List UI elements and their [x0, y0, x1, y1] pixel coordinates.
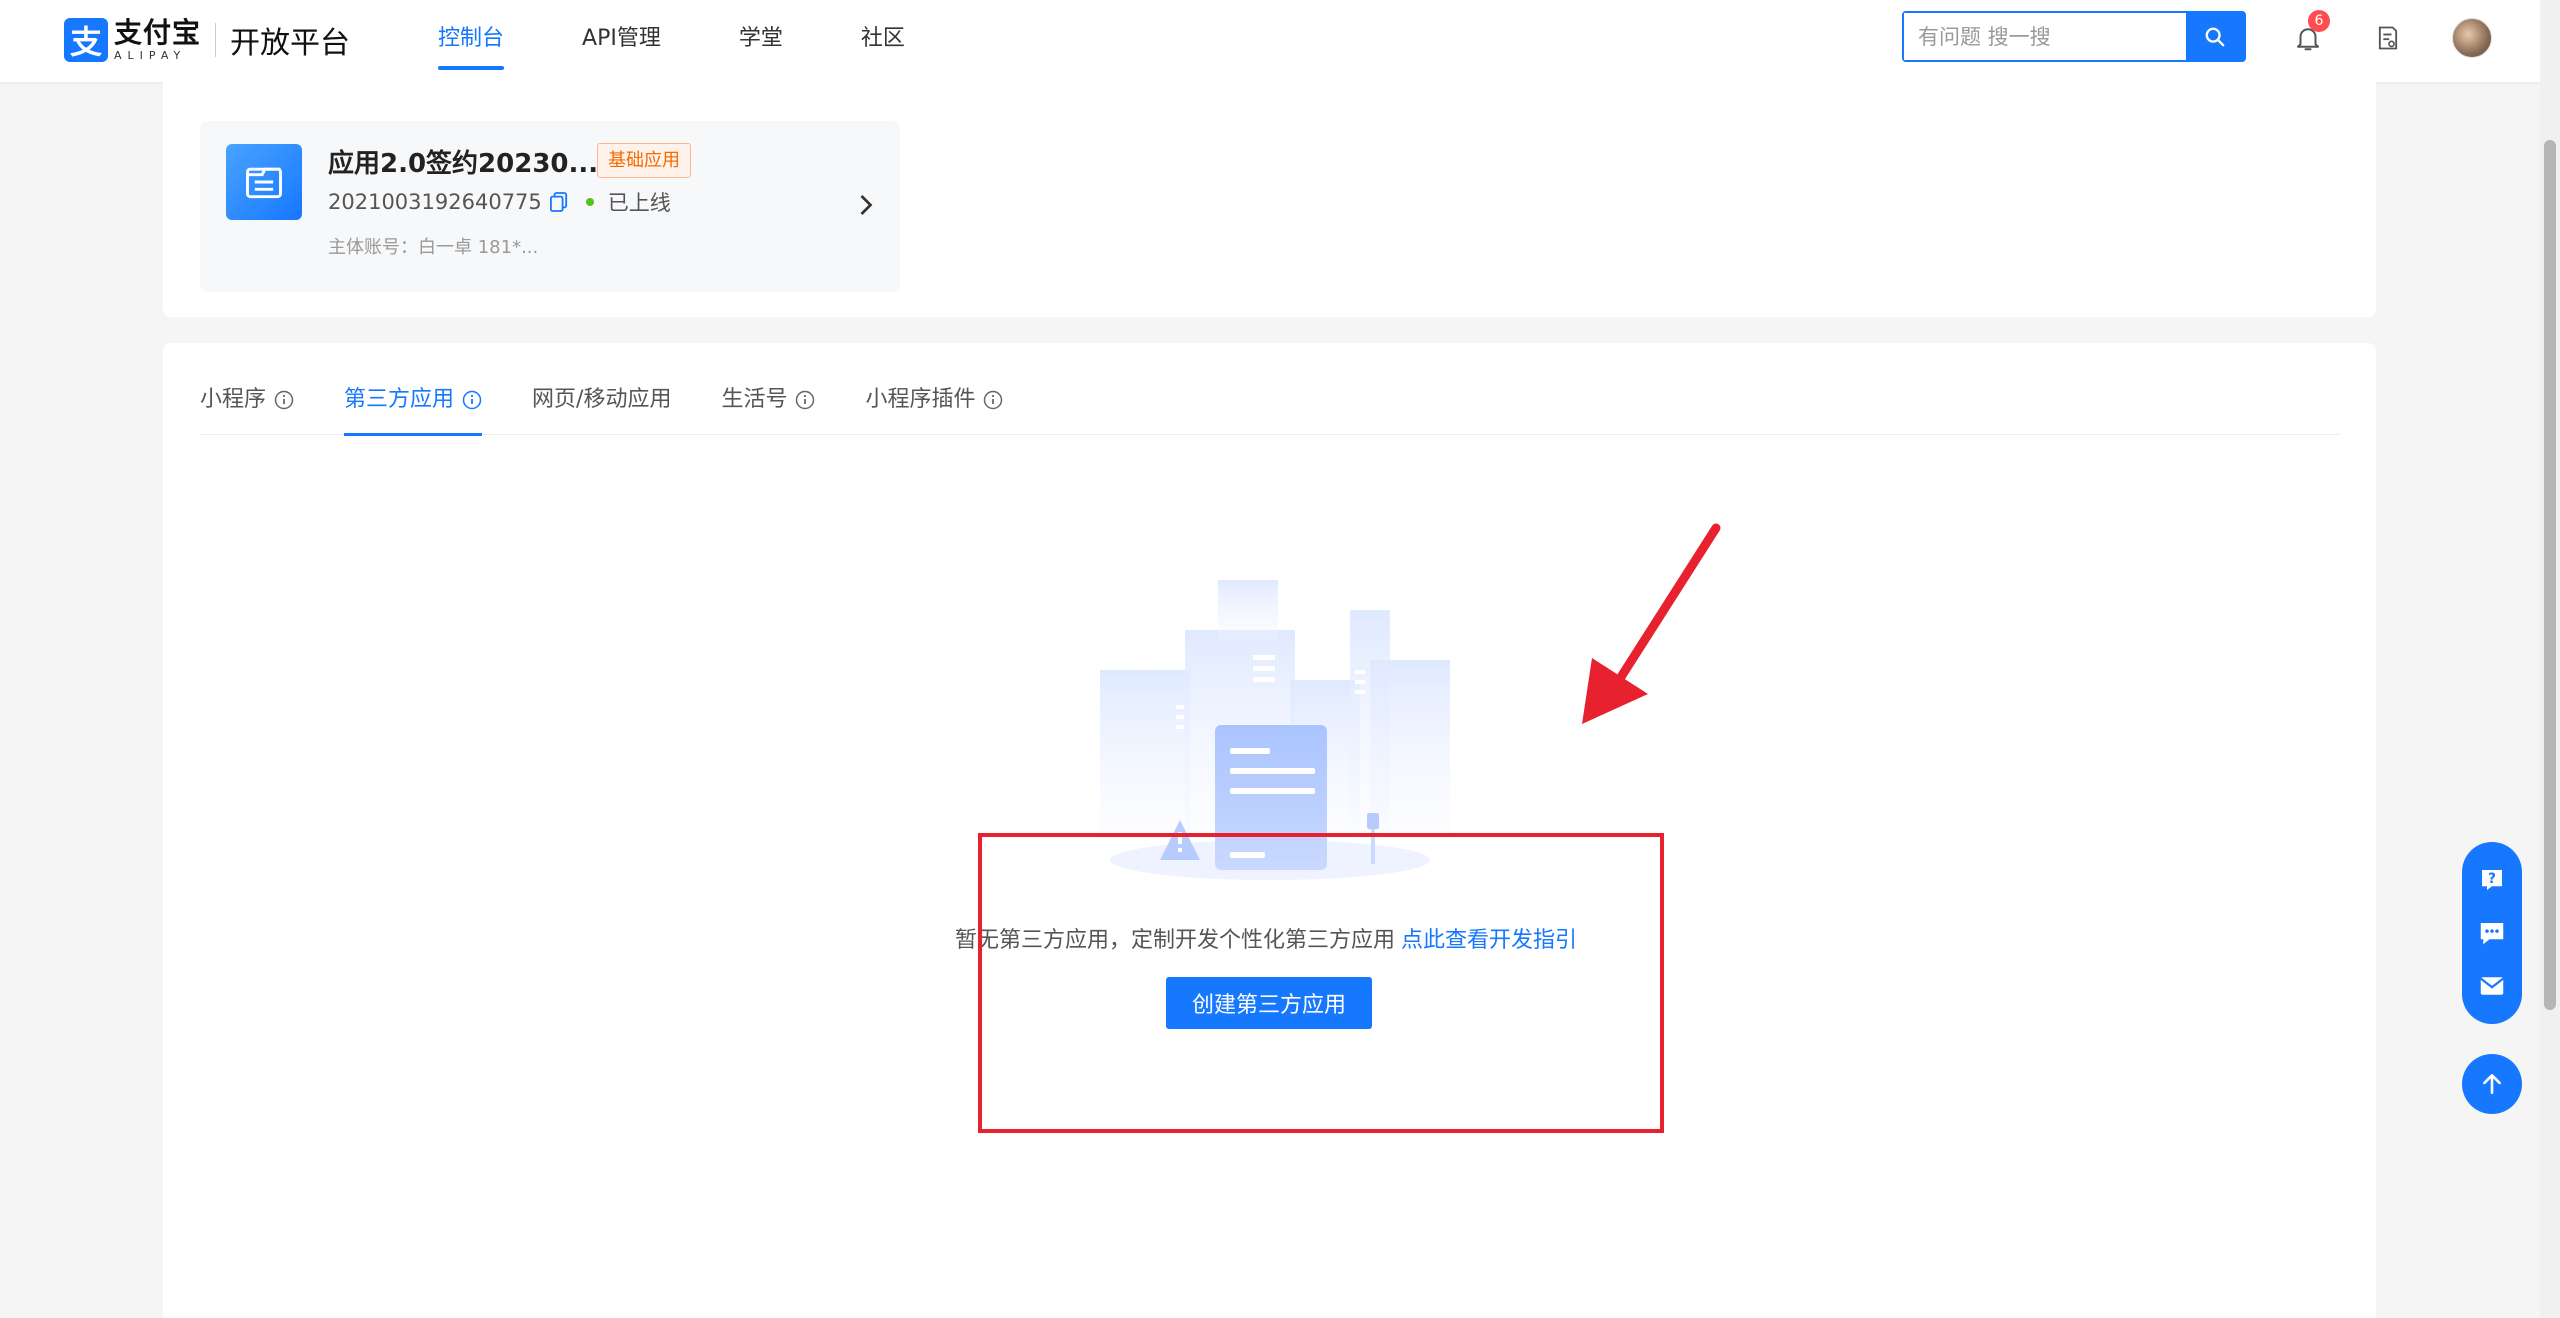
annotation-arrow	[1582, 523, 1721, 724]
notification-badge: 6	[2308, 10, 2330, 32]
chat-icon[interactable]	[2477, 918, 2507, 948]
floating-toolbar: ?	[2462, 842, 2522, 1024]
feedback-mail-icon[interactable]	[2477, 971, 2507, 1001]
app-type-tag: 基础应用	[597, 143, 691, 178]
user-avatar[interactable]	[2452, 18, 2492, 58]
document-icon	[2378, 26, 2398, 50]
nav-console[interactable]: 控制台	[438, 0, 505, 82]
info-icon	[462, 390, 482, 410]
main-nav: 控制台 API管理 学堂 社区	[438, 0, 983, 82]
app-card[interactable]: 应用2.0签约20230... 基础应用 2021003192640775 已上…	[200, 121, 900, 292]
search-icon	[2205, 27, 2225, 46]
info-icon	[274, 390, 294, 410]
tab-life-account[interactable]: 生活号	[721, 375, 815, 435]
app-owner: 主体账号：白一卓 181*...	[328, 237, 539, 258]
page-scrollbar[interactable]	[2540, 0, 2560, 1318]
tab-third-party-app[interactable]: 第三方应用	[344, 375, 483, 436]
app-type-tabs: 小程序 第三方应用 网页/移动应用 生活号 小程序插件	[200, 375, 2340, 436]
search-box	[1902, 11, 2246, 62]
alipay-logo[interactable]: 支 支付宝 ALIPAY 开放平台	[64, 18, 350, 62]
search-button[interactable]	[2186, 13, 2244, 60]
scrollbar-thumb[interactable]	[2544, 140, 2556, 1010]
nav-api-management[interactable]: API管理	[582, 0, 661, 82]
alipay-logo-icon: 支	[64, 18, 108, 62]
info-icon	[796, 390, 815, 410]
logo-en-text: ALIPAY	[114, 49, 187, 62]
back-to-top-button[interactable]	[2462, 1054, 2522, 1114]
logo-divider	[215, 23, 217, 57]
notification-button[interactable]: 6	[2288, 10, 2330, 58]
nav-community[interactable]: 社区	[861, 0, 905, 82]
info-icon	[984, 390, 1003, 410]
document-button[interactable]	[2368, 18, 2408, 58]
top-navbar: 支 支付宝 ALIPAY 开放平台 控制台 API管理 学堂 社区 6	[0, 0, 2560, 82]
arrow-up-icon	[2483, 1074, 2501, 1094]
copy-icon[interactable]	[549, 192, 568, 212]
nav-school[interactable]: 学堂	[739, 0, 783, 82]
chevron-right-icon[interactable]	[858, 193, 874, 217]
platform-name: 开放平台	[230, 26, 351, 61]
app-id: 2021003192640775	[328, 190, 542, 214]
search-input[interactable]	[1904, 13, 2186, 60]
tab-web-mobile-app[interactable]: 网页/移动应用	[532, 375, 671, 435]
app-name: 应用2.0签约20230...	[328, 149, 599, 179]
app-status: 已上线	[607, 191, 671, 215]
help-icon[interactable]: ?	[2477, 865, 2507, 895]
tab-mini-program[interactable]: 小程序	[200, 375, 294, 435]
status-dot	[585, 198, 594, 206]
annotation-highlight-box	[978, 833, 1664, 1133]
app-list-icon	[226, 144, 302, 220]
tab-mini-program-plugin[interactable]: 小程序插件	[865, 375, 1003, 435]
svg-text:?: ?	[2488, 871, 2496, 887]
logo-cn-text: 支付宝	[114, 16, 202, 49]
